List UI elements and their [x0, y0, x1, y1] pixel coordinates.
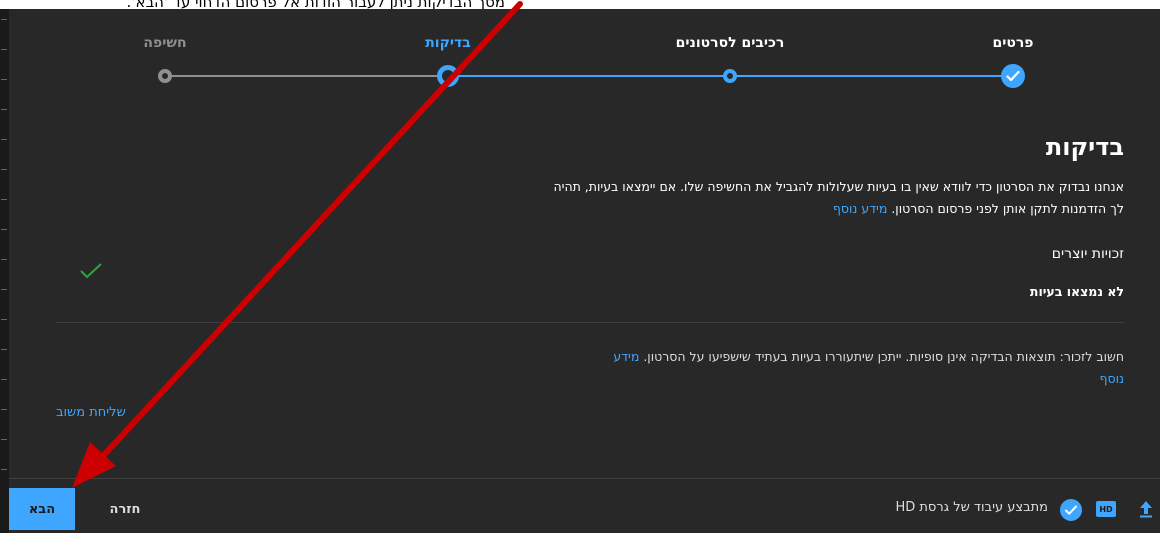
- annotation-arrow-icon: [72, 1, 523, 488]
